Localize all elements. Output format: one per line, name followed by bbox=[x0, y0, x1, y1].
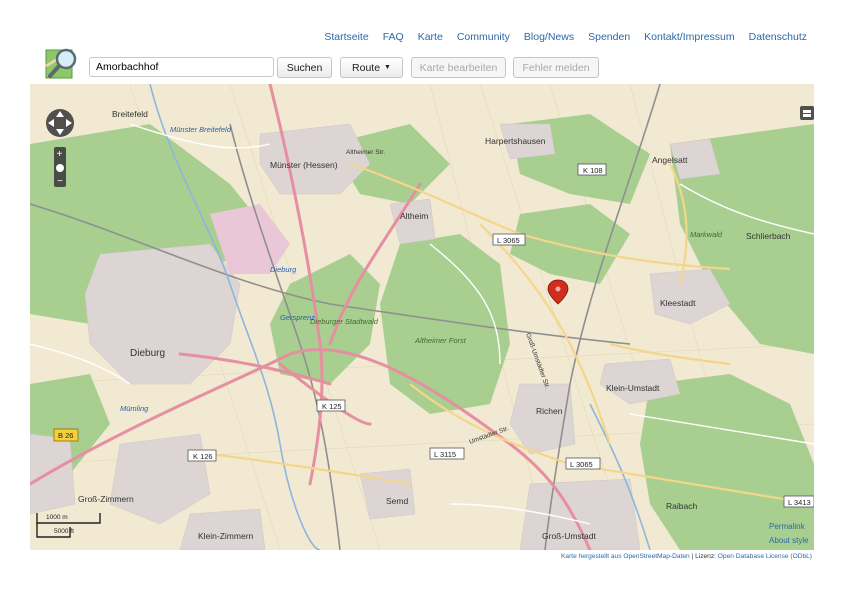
nav-spenden[interactable]: Spenden bbox=[588, 31, 630, 43]
attribution-license-link[interactable]: Open Database License (ODbL) bbox=[718, 553, 812, 560]
nav-karte[interactable]: Karte bbox=[418, 31, 443, 43]
pan-control[interactable] bbox=[46, 109, 74, 137]
permalink-link[interactable]: Permalink bbox=[769, 522, 805, 531]
nav-startseite[interactable]: Startseite bbox=[324, 31, 368, 43]
road-shield: K 125 bbox=[316, 399, 346, 412]
water-label: Münster Breitefeld bbox=[170, 125, 232, 134]
road-shield: L 3115 bbox=[429, 447, 465, 460]
svg-text:L 3065: L 3065 bbox=[570, 460, 593, 469]
zoom-out-icon: − bbox=[57, 176, 63, 187]
place-label: Schlierbach bbox=[746, 231, 791, 241]
road-shield: L 3413 bbox=[783, 495, 814, 508]
place-label: Dieburg bbox=[130, 348, 165, 359]
place-label: Kleestadt bbox=[660, 298, 696, 308]
road-shield: K 108 bbox=[577, 163, 607, 176]
nav-community[interactable]: Community bbox=[457, 31, 510, 43]
attribution: Karte hergestellt aus OpenStreetMap-Date… bbox=[561, 553, 812, 560]
road-shield: B 26 bbox=[53, 428, 79, 442]
svg-text:K 108: K 108 bbox=[583, 166, 603, 175]
map-canvas: Breitefeld Münster (Hessen) Altheim Harp… bbox=[30, 84, 814, 550]
search-button[interactable]: Suchen bbox=[277, 57, 332, 78]
forest-label: Markwald bbox=[690, 230, 723, 239]
place-label: Breitefeld bbox=[112, 109, 148, 119]
place-label: Semd bbox=[386, 496, 408, 506]
svg-text:L 3065: L 3065 bbox=[497, 236, 520, 245]
svg-text:B 26: B 26 bbox=[58, 431, 73, 440]
route-label: Route bbox=[352, 61, 381, 74]
search-input[interactable] bbox=[89, 57, 274, 77]
road-shield: L 3065 bbox=[492, 233, 526, 246]
edit-map-button[interactable]: Karte bearbeiten bbox=[411, 57, 506, 78]
nav-faq[interactable]: FAQ bbox=[383, 31, 404, 43]
scale-bar: 1000 m 5000 ft bbox=[36, 509, 102, 545]
place-label: Raibach bbox=[666, 501, 697, 511]
nav-kontakt[interactable]: Kontakt/Impressum bbox=[644, 31, 734, 43]
water-label: Mümling bbox=[120, 404, 149, 413]
zoom-control[interactable]: + − bbox=[54, 147, 66, 187]
globe-icon bbox=[56, 164, 64, 172]
place-label: Groß-Umstadt bbox=[542, 531, 596, 541]
place-label: Groß-Zimmern bbox=[78, 494, 134, 504]
scale-imperial: 5000 ft bbox=[54, 528, 74, 535]
place-label: Münster (Hessen) bbox=[270, 160, 338, 170]
report-error-button[interactable]: Fehler melden bbox=[513, 57, 599, 78]
layers-icon[interactable] bbox=[800, 106, 814, 120]
svg-text:L 3413: L 3413 bbox=[788, 498, 811, 507]
svg-text:K 125: K 125 bbox=[322, 402, 342, 411]
forest-label: Dieburger Stadtwald bbox=[310, 317, 379, 326]
road-shield: L 3065 bbox=[565, 457, 601, 470]
place-label: Angelsatt bbox=[652, 155, 688, 165]
street-label: Altheimer Str. bbox=[346, 149, 385, 156]
place-label: Klein-Zimmern bbox=[198, 531, 254, 541]
forest-label: Altheimer Forst bbox=[414, 336, 467, 345]
nav-datenschutz[interactable]: Datenschutz bbox=[749, 31, 807, 43]
caret-down-icon: ▼ bbox=[384, 64, 391, 71]
map-view[interactable]: Breitefeld Münster (Hessen) Altheim Harp… bbox=[30, 84, 814, 550]
nav-blog[interactable]: Blog/News bbox=[524, 31, 574, 43]
road-shield: K 126 bbox=[187, 449, 217, 462]
svg-text:K 126: K 126 bbox=[193, 452, 213, 461]
svg-text:L 3115: L 3115 bbox=[434, 450, 456, 459]
place-label: Harpertshausen bbox=[485, 136, 546, 146]
scale-metric: 1000 m bbox=[46, 514, 68, 521]
top-nav: Startseite FAQ Karte Community Blog/News… bbox=[324, 31, 807, 43]
route-dropdown-button[interactable]: Route ▼ bbox=[340, 57, 403, 78]
place-label: Altheim bbox=[400, 211, 428, 221]
zoom-in-icon: + bbox=[57, 149, 63, 160]
place-label: Richen bbox=[536, 406, 563, 416]
attribution-sep: | Lizenz: bbox=[689, 553, 718, 560]
attribution-osm-link[interactable]: Karte hergestellt aus OpenStreetMap-Date… bbox=[561, 553, 690, 560]
logo-magnifier-icon[interactable] bbox=[44, 46, 80, 82]
water-label: Dieburg bbox=[270, 265, 297, 274]
about-style-link[interactable]: About style bbox=[769, 536, 809, 545]
place-label: Klein-Umstadt bbox=[606, 383, 660, 393]
